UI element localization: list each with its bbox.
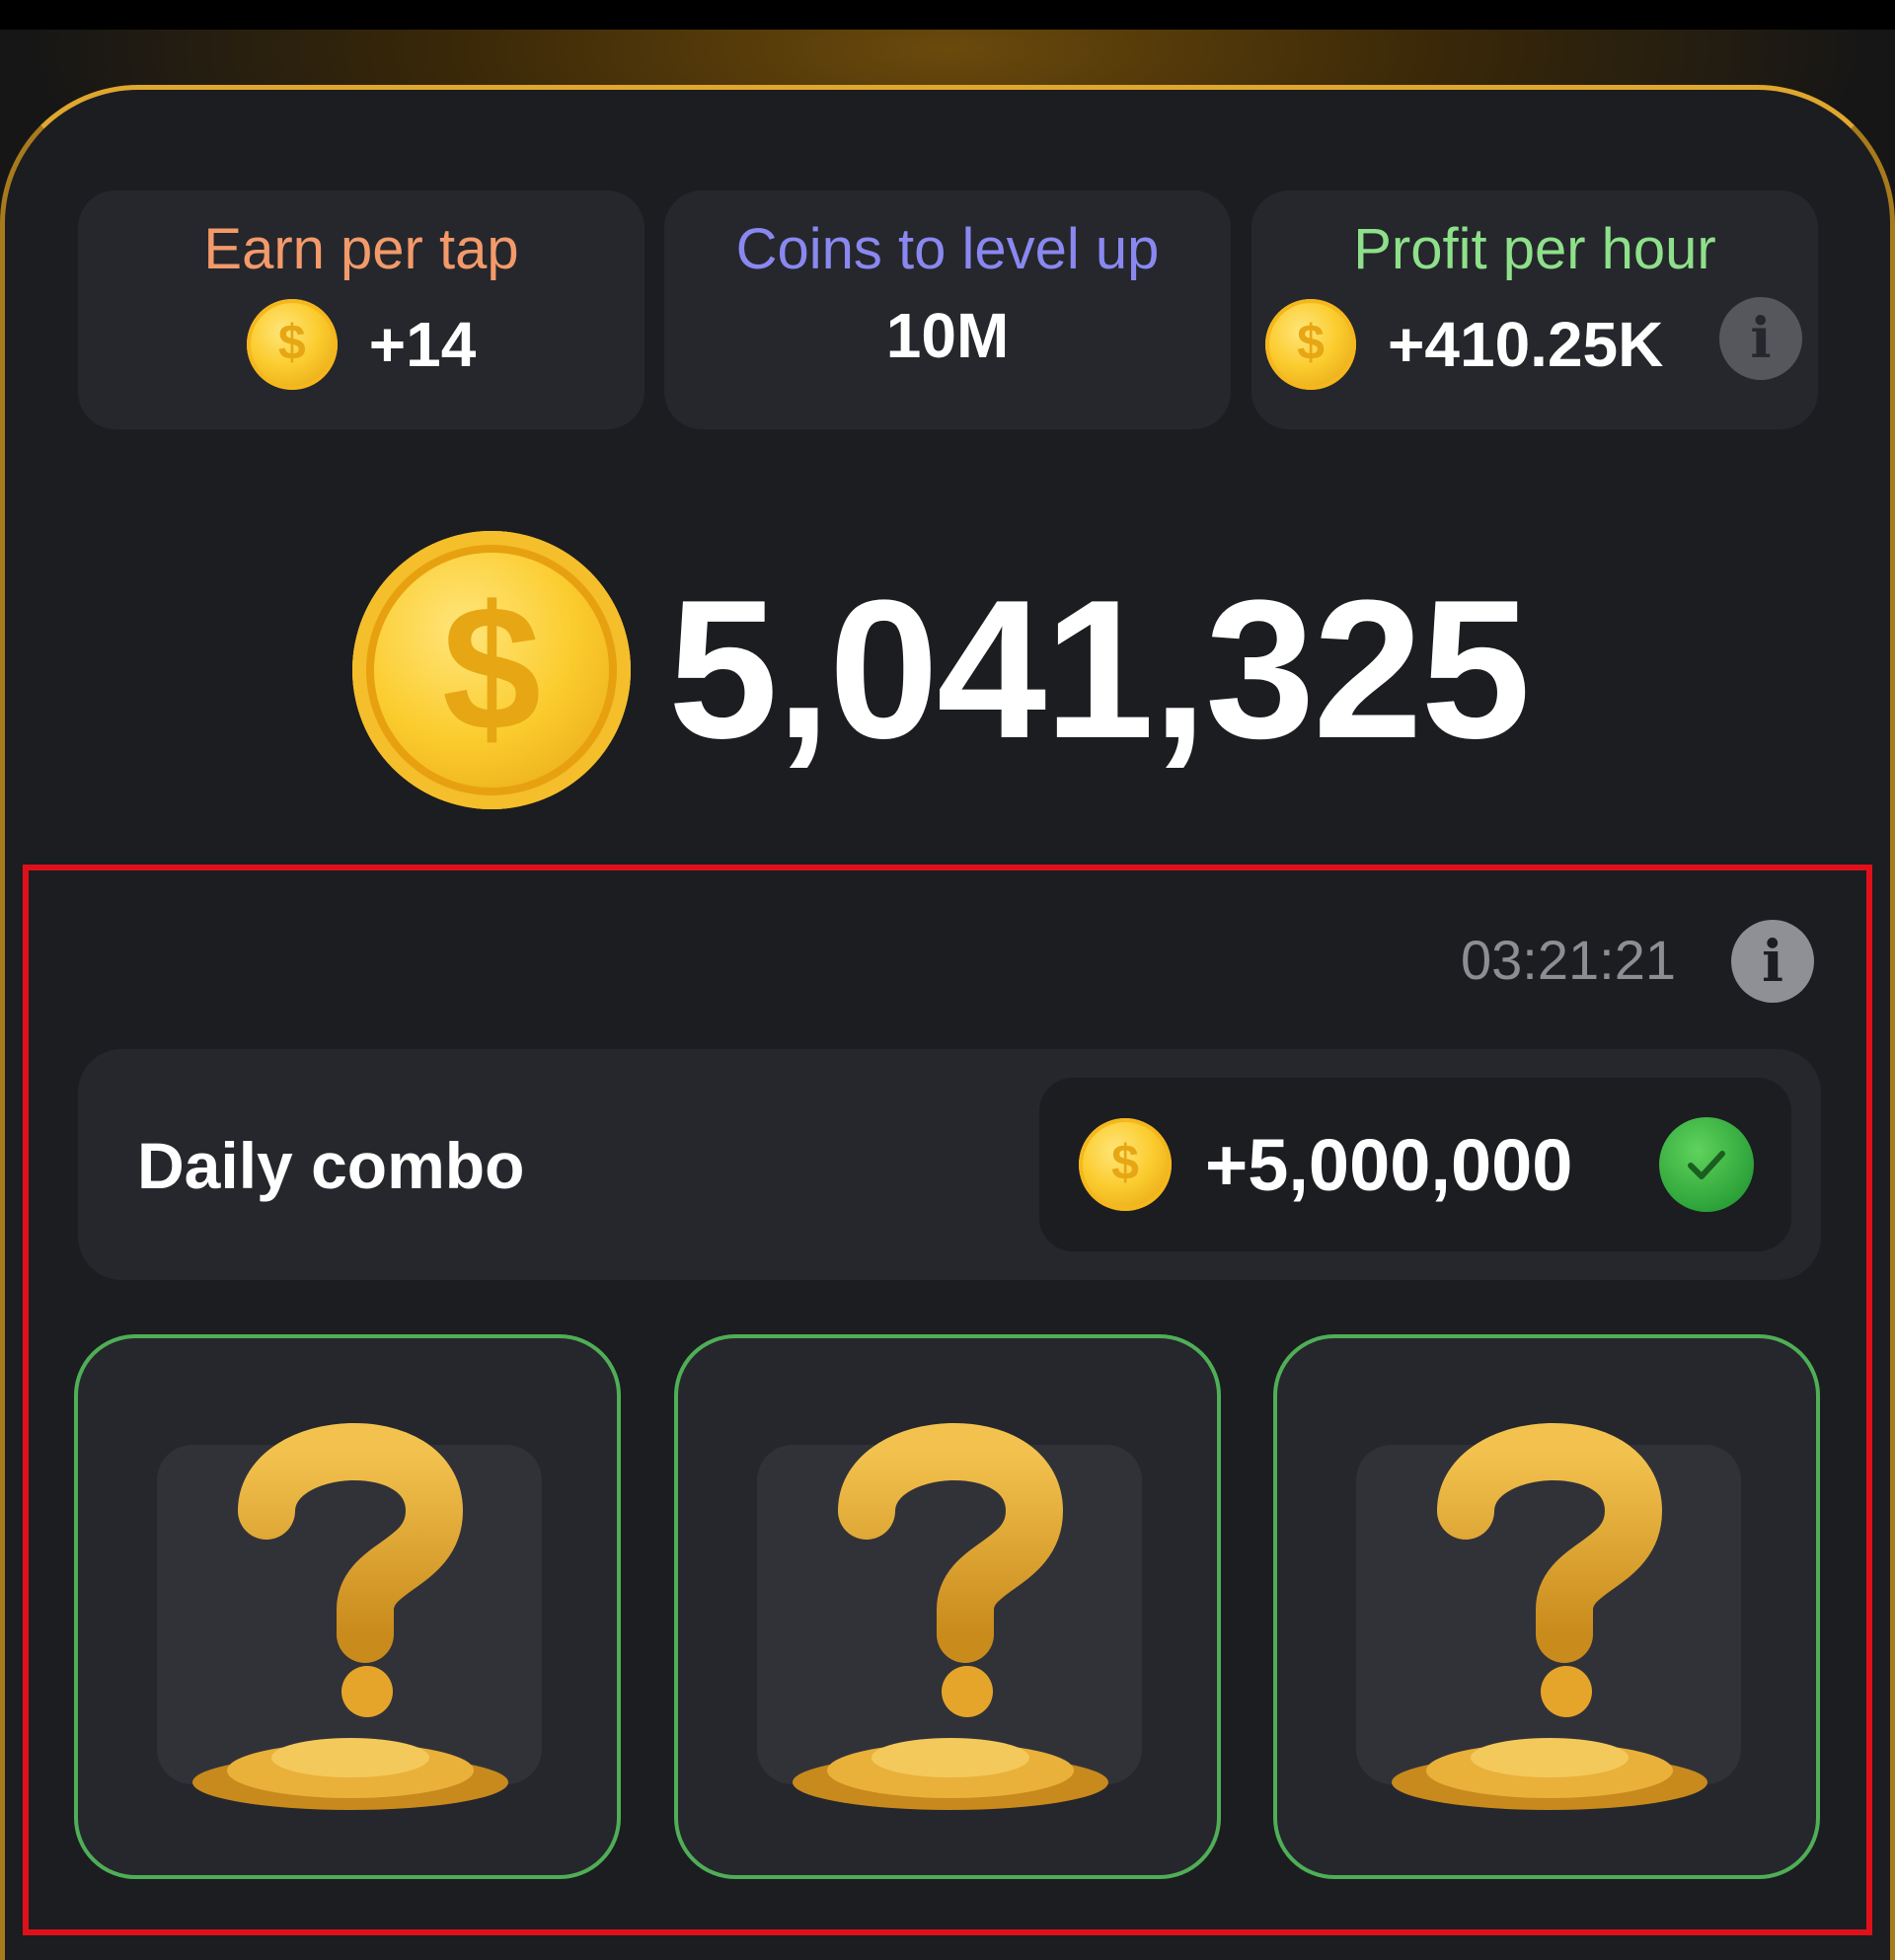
combo-timer: 03:21:21 bbox=[1461, 929, 1676, 991]
big-coin-icon: $ bbox=[352, 531, 631, 809]
balance: $ 5,041,325 bbox=[352, 531, 1531, 809]
combo-card-1[interactable] bbox=[74, 1334, 621, 1879]
profit-per-hour-value: +410.25K bbox=[1388, 309, 1664, 380]
combo-card-2[interactable] bbox=[674, 1334, 1221, 1879]
combo-card-3[interactable] bbox=[1273, 1334, 1820, 1879]
info-icon[interactable]: i bbox=[1731, 920, 1814, 1003]
question-coins-icon bbox=[1392, 1422, 1707, 1810]
coin-icon: $ bbox=[246, 299, 338, 390]
question-coins-icon bbox=[793, 1422, 1108, 1810]
info-icon[interactable]: i bbox=[1719, 297, 1802, 380]
balance-amount: 5,041,325 bbox=[668, 560, 1531, 780]
earn-per-tap-value: +14 bbox=[368, 309, 477, 380]
daily-combo-title: Daily combo bbox=[137, 1129, 525, 1202]
coin-icon: $ bbox=[1265, 299, 1356, 390]
earn-per-tap-value-row: $ +14 bbox=[78, 299, 644, 390]
daily-combo-reward: $ +5,000,000 bbox=[1039, 1078, 1791, 1251]
coin-icon: $ bbox=[1079, 1118, 1172, 1211]
daily-combo-reward-amount: +5,000,000 bbox=[1205, 1123, 1573, 1206]
profit-per-hour-card[interactable]: Profit per hour $ +410.25K i bbox=[1251, 190, 1818, 429]
profit-per-hour-label: Profit per hour bbox=[1353, 217, 1716, 281]
coins-to-level-up-value: 10M bbox=[885, 300, 1010, 371]
coins-to-level-up-card[interactable]: Coins to level up 10M bbox=[664, 190, 1231, 429]
check-icon bbox=[1659, 1117, 1754, 1212]
earn-per-tap-label: Earn per tap bbox=[203, 217, 519, 281]
coins-to-level-up-value-row: 10M bbox=[664, 299, 1231, 372]
earn-per-tap-card[interactable]: Earn per tap $ +14 bbox=[78, 190, 644, 429]
coins-to-level-up-label: Coins to level up bbox=[735, 217, 1160, 281]
question-coins-icon bbox=[192, 1422, 508, 1810]
